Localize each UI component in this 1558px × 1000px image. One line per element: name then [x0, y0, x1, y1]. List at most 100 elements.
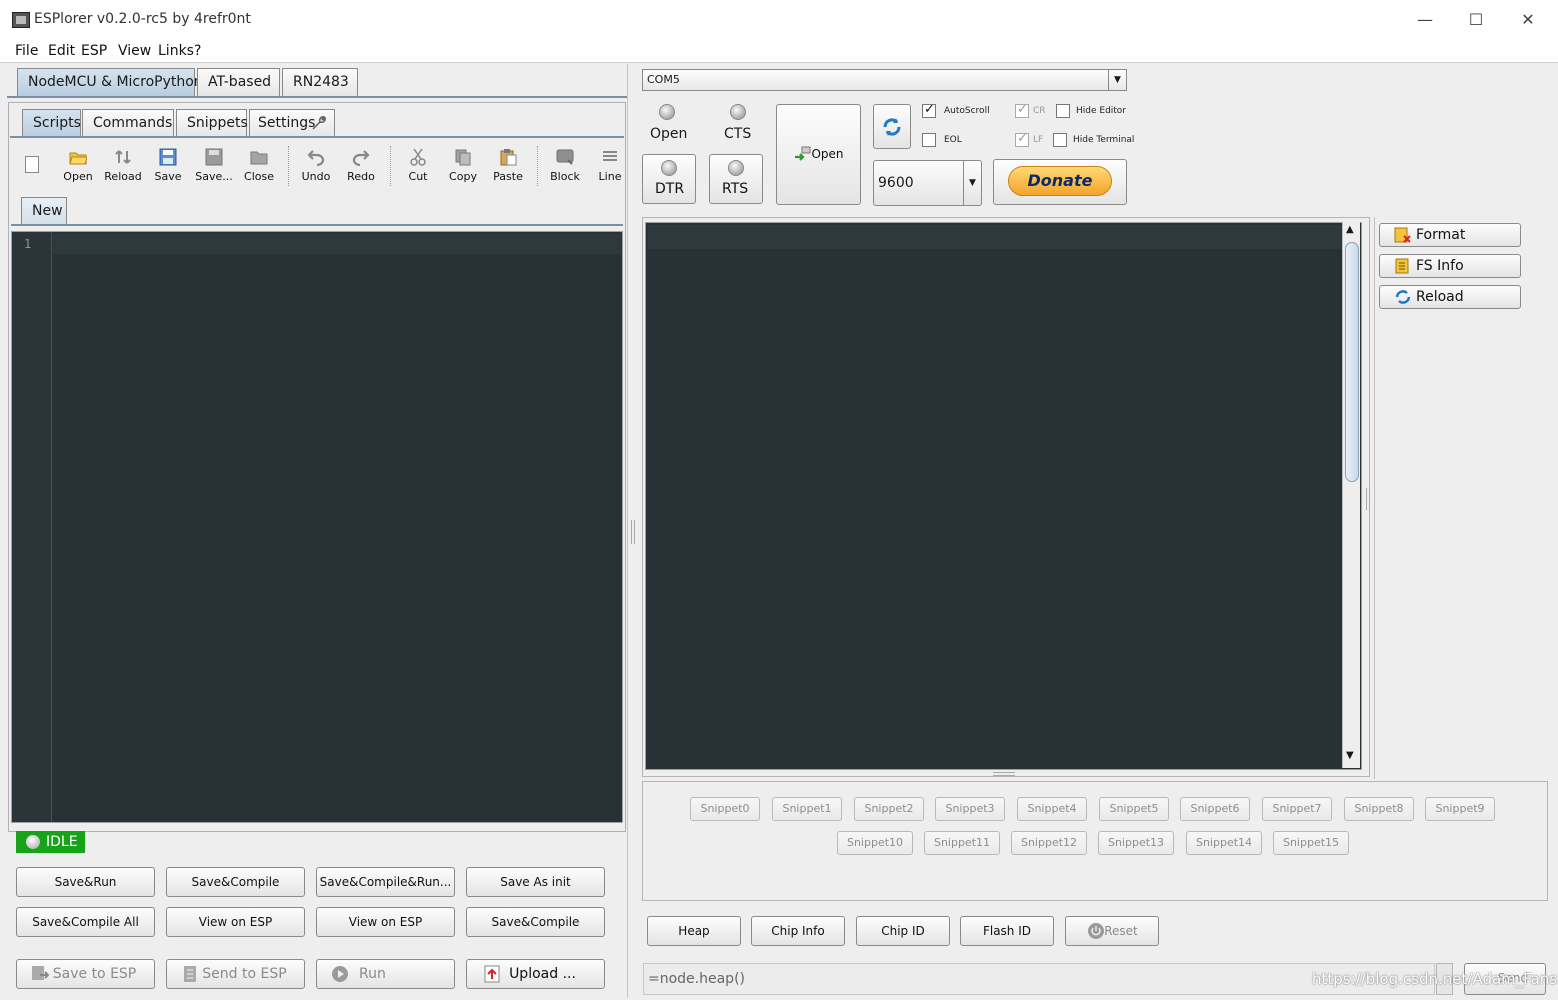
scrollbar-thumb[interactable]: [1345, 242, 1359, 482]
save-compile-run-button[interactable]: Save&Compile&Run...: [316, 867, 455, 897]
cts-signal-label: CTS: [724, 126, 752, 142]
reload-fs-button[interactable]: Reload: [1379, 285, 1521, 309]
new-file-icon[interactable]: [25, 156, 39, 173]
lf-checkbox[interactable]: [1015, 131, 1029, 147]
eol-checkbox[interactable]: [922, 133, 936, 147]
save-to-esp-label: Save to ESP: [52, 966, 137, 982]
snippet-button-11[interactable]: Snippet11: [924, 831, 1000, 855]
toolbar-redo-button[interactable]: Redo: [339, 144, 383, 188]
save-compile-button-2[interactable]: Save&Compile: [466, 907, 605, 937]
tab-snippets[interactable]: Snippets: [176, 109, 248, 137]
snippet-button-7[interactable]: Snippet7: [1262, 797, 1332, 821]
refresh-ports-button[interactable]: [873, 104, 911, 149]
snippet-button-8[interactable]: Snippet8: [1344, 797, 1414, 821]
donate-button[interactable]: Donate: [1008, 166, 1112, 196]
autoscroll-checkbox[interactable]: [922, 102, 936, 118]
reload-fs-label: Reload: [1416, 289, 1464, 305]
port-select[interactable]: COM5 ▼: [642, 69, 1127, 91]
view-on-esp-button[interactable]: View on ESP: [166, 907, 305, 937]
snippet-button-2[interactable]: Snippet2: [854, 797, 924, 821]
menu-help[interactable]: ?: [194, 43, 201, 59]
folder-open-icon: [69, 152, 87, 165]
snippet-button-6[interactable]: Snippet6: [1180, 797, 1250, 821]
menu-view[interactable]: View: [118, 43, 151, 59]
scroll-down-icon[interactable]: ▼: [1346, 750, 1354, 761]
split-pane-handle[interactable]: [631, 520, 635, 544]
rts-button[interactable]: RTS: [709, 154, 763, 204]
dtr-button[interactable]: DTR: [642, 154, 696, 204]
close-file-icon: [250, 151, 268, 165]
toolbar-reload-button[interactable]: Reload: [101, 144, 145, 188]
snippet-button-9[interactable]: Snippet9: [1425, 797, 1495, 821]
toolbar-block-button[interactable]: Block: [543, 144, 587, 188]
snippet-button-5[interactable]: Snippet5: [1099, 797, 1169, 821]
menu-esp[interactable]: ESP: [81, 43, 107, 59]
snippet-button-0[interactable]: Snippet0: [690, 797, 760, 821]
port-value: COM5: [647, 73, 680, 86]
code-editor[interactable]: 1: [11, 231, 623, 823]
menu-links[interactable]: Links: [158, 43, 194, 59]
menu-file[interactable]: File: [15, 43, 38, 59]
save-as-init-button[interactable]: Save As init: [466, 867, 605, 897]
tab-at-based[interactable]: AT-based: [197, 68, 280, 96]
tab-commands[interactable]: Commands: [82, 109, 174, 137]
scroll-up-icon[interactable]: ▲: [1346, 224, 1354, 235]
toolbar-undo-label: Undo: [301, 170, 331, 183]
toolbar-copy-button[interactable]: Copy: [441, 144, 485, 188]
view-on-esp-button-2[interactable]: View on ESP: [316, 907, 455, 937]
tab-nodemcu[interactable]: NodeMCU & MicroPython: [17, 68, 203, 96]
tab-scripts[interactable]: Scripts: [22, 109, 81, 137]
tab-settings[interactable]: Settings: [249, 109, 335, 137]
snippet-button-4[interactable]: Snippet4: [1017, 797, 1087, 821]
file-tab-new[interactable]: New: [21, 197, 67, 225]
toolbar-open-button[interactable]: Open: [56, 144, 100, 188]
format-button[interactable]: Format: [1379, 223, 1521, 247]
floppy-disk-icon: [159, 148, 177, 166]
flash-id-button[interactable]: Flash ID: [960, 916, 1054, 946]
toolbar-cut-button[interactable]: Cut: [396, 144, 440, 188]
hide-terminal-checkbox[interactable]: [1053, 133, 1067, 147]
send-to-esp-button[interactable]: Send to ESP: [166, 959, 305, 989]
minimize-button[interactable]: —: [1402, 6, 1448, 34]
cr-checkbox[interactable]: [1015, 102, 1029, 118]
terminal-output[interactable]: [645, 222, 1362, 770]
save-compile-all-button[interactable]: Save&Compile All: [16, 907, 155, 937]
chip-info-button[interactable]: Chip Info: [751, 916, 845, 946]
hide-editor-checkbox[interactable]: [1056, 104, 1070, 118]
snippet-button-10[interactable]: Snippet10: [837, 831, 913, 855]
snippet-button-15[interactable]: Snippet15: [1273, 831, 1349, 855]
hide-terminal-label: Hide Terminal: [1073, 135, 1135, 145]
run-button[interactable]: Run: [316, 959, 455, 989]
close-button[interactable]: ✕: [1505, 6, 1551, 34]
maximize-button[interactable]: ☐: [1453, 6, 1499, 34]
snippet-button-3[interactable]: Snippet3: [935, 797, 1005, 821]
toolbar-save-as-button[interactable]: Save...: [192, 144, 236, 188]
editor-tab-divider: [10, 136, 624, 138]
toolbar-line-button[interactable]: Line: [588, 144, 632, 188]
toolbar-close-button[interactable]: Close: [237, 144, 281, 188]
snippet-button-12[interactable]: Snippet12: [1011, 831, 1087, 855]
fs-info-button[interactable]: FS Info: [1379, 254, 1521, 278]
toolbar-save-button[interactable]: Save: [146, 144, 190, 188]
split-pane-handle[interactable]: [1366, 488, 1370, 510]
save-run-button[interactable]: Save&Run: [16, 867, 155, 897]
split-pane-handle[interactable]: [993, 772, 1015, 776]
save-to-esp-button[interactable]: Save to ESP: [16, 959, 155, 989]
tab-rn2483[interactable]: RN2483: [282, 68, 358, 96]
chip-id-button[interactable]: Chip ID: [856, 916, 950, 946]
save-compile-button[interactable]: Save&Compile: [166, 867, 305, 897]
heap-button[interactable]: Heap: [647, 916, 741, 946]
snippet-button-13[interactable]: Snippet13: [1098, 831, 1174, 855]
upload-button[interactable]: Upload ...: [466, 959, 605, 989]
baud-select[interactable]: 9600 ▼: [873, 160, 982, 206]
upload-icon: [484, 965, 500, 983]
menu-edit[interactable]: Edit: [48, 43, 75, 59]
toolbar-undo-button[interactable]: Undo: [294, 144, 338, 188]
snippet-button-14[interactable]: Snippet14: [1186, 831, 1262, 855]
terminal-scrollbar[interactable]: ▲ ▼: [1342, 222, 1360, 768]
snippet-button-1[interactable]: Snippet1: [772, 797, 842, 821]
open-port-button[interactable]: Open: [776, 104, 861, 205]
toolbar-paste-button[interactable]: Paste: [486, 144, 530, 188]
refresh-icon: [883, 118, 901, 136]
reset-button[interactable]: Reset: [1065, 916, 1159, 946]
